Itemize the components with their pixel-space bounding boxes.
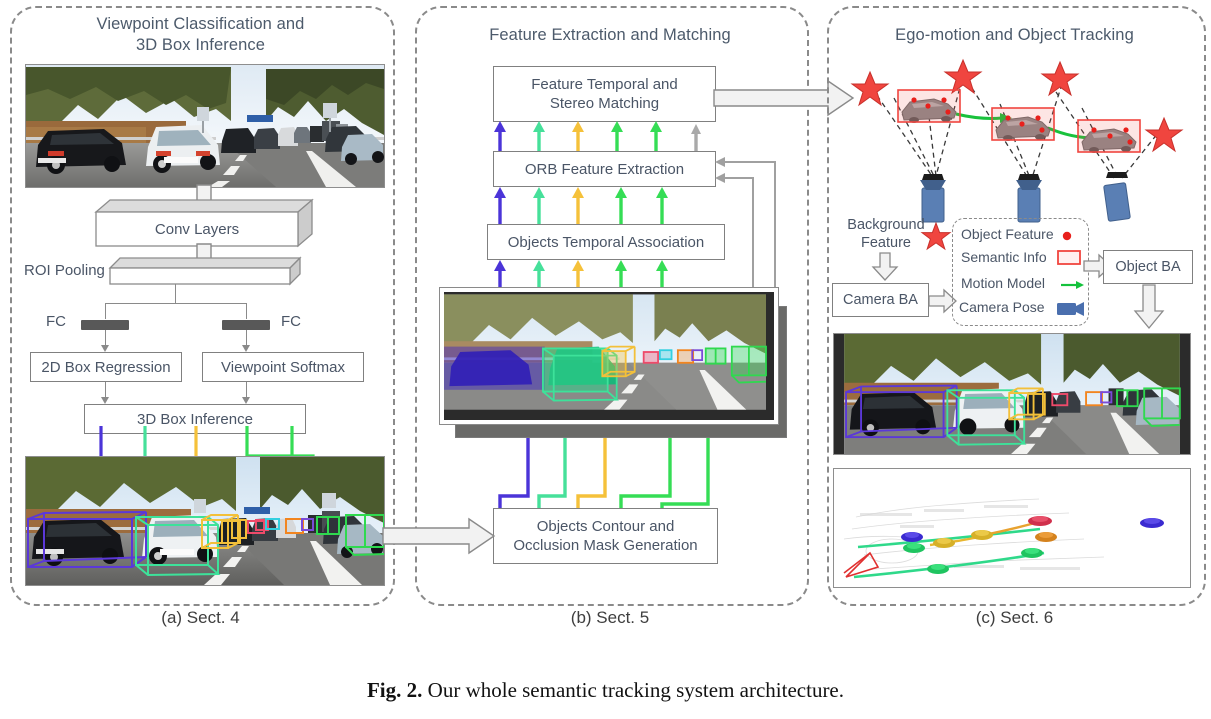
legend-item-semantic-info: Semantic Info [961, 247, 1081, 269]
segmentation-mask-frames [440, 288, 787, 443]
fc-right-bar [222, 320, 270, 330]
background-feature-star-icon [920, 221, 952, 251]
detected-3d-boxes-frame [25, 456, 385, 586]
contour-to-frames-streams [498, 438, 710, 516]
conv-layers-box: Conv Layers [94, 198, 314, 248]
fc-left-arrowhead-icon [101, 345, 109, 352]
legend-label-motion-model: Motion Model [961, 275, 1046, 291]
background-feature-label: Background Feature [838, 216, 934, 252]
red-rect-icon [1057, 250, 1081, 265]
panel-a-title-line2: 3D Box Inference [135, 36, 266, 54]
camera-ba-label: Camera BA [843, 291, 918, 308]
fc-right-down [246, 330, 248, 346]
panel-c-title-line1: Ego-motion and Object Tracking [895, 26, 1134, 44]
panel-a-title: Viewpoint Classification and 3D Box Infe… [10, 14, 391, 56]
arrow-panela-to-panelb [382, 517, 496, 555]
box-camera-ba[interactable]: Camera BA [832, 283, 929, 317]
tracking-legend: Object Feature Semantic Info Motion Mode… [952, 218, 1089, 326]
contour-label-line1: Objects Contour and [536, 518, 675, 535]
roi-stem-line [175, 284, 177, 304]
feature-matching-label-line1: Feature Temporal and [531, 76, 678, 93]
fc-left-down [105, 330, 107, 346]
blue-camera-icon [1057, 302, 1084, 316]
legend-item-camera-pose: Camera Pose [959, 297, 1087, 319]
panel-b-caption: (b) Sect. 5 [570, 608, 650, 627]
birdseye-trajectory-map [833, 468, 1191, 588]
green-arrow-icon [1061, 281, 1084, 289]
fc-left-bar [81, 320, 129, 330]
background-feature-line1: Background [847, 217, 925, 233]
legend-label-camera-pose: Camera Pose [959, 299, 1045, 315]
legend-item-object-feature: Object Feature [961, 224, 1081, 246]
panel-a-caption: (a) Sect. 4 [161, 608, 240, 627]
figure-caption-prefix: Fig. 2. [366, 678, 423, 702]
fc-right-arrowhead-icon [242, 345, 250, 352]
box-objects-contour-occlusion[interactable]: Objects Contour and Occlusion Mask Gener… [493, 508, 718, 564]
box-orb-feature-extraction[interactable]: ORB Feature Extraction [493, 151, 716, 187]
box-object-ba[interactable]: Object BA [1103, 250, 1193, 284]
box-2d-regression-label: 2D Box Regression [41, 358, 171, 376]
arrow-background-to-camera-ba [871, 252, 899, 281]
panel-a-title-line1: Viewpoint Classification and [96, 15, 305, 33]
box-2d-regression[interactable]: 2D Box Regression [30, 352, 182, 382]
tracking-schematic [850, 58, 1184, 223]
fc-right-label: FC [281, 313, 301, 330]
legend-label-object-feature: Object Feature [961, 226, 1054, 242]
panel-c-title: Ego-motion and Object Tracking [827, 25, 1202, 46]
box-viewpoint-softmax-label: Viewpoint Softmax [221, 358, 345, 376]
box-feature-temporal-stereo-matching[interactable]: Feature Temporal and Stereo Matching [493, 66, 716, 122]
softmax-down [246, 382, 248, 398]
feature-matching-label-line2: Stereo Matching [549, 95, 660, 112]
roi-split-left [105, 303, 107, 319]
objects-temporal-association-label: Objects Temporal Association [507, 233, 705, 251]
conv-layers-label: Conv Layers [154, 220, 240, 238]
regression-arrowhead-icon [101, 397, 109, 404]
softmax-arrowhead-icon [242, 397, 250, 404]
background-feature-line2: Feature [861, 235, 911, 251]
roi-split-line [105, 303, 247, 305]
orb-feature-extraction-label: ORB Feature Extraction [524, 160, 685, 178]
regression-down [105, 382, 107, 398]
fc-left-label: FC [46, 313, 66, 330]
figure-caption: Fig. 2. Our whole semantic tracking syst… [0, 678, 1211, 703]
contour-label-line2: Occlusion Mask Generation [513, 537, 698, 554]
legend-item-motion-model: Motion Model [961, 273, 1086, 295]
segmentation-frame-front [440, 288, 778, 424]
roi-split-right [246, 303, 248, 319]
arrow-object-ba-down [1133, 284, 1165, 330]
roi-pooling-box [108, 256, 302, 286]
input-highway-frame [25, 64, 385, 188]
object-ba-label: Object BA [1115, 258, 1181, 275]
panel-b-title: Feature Extraction and Matching [415, 25, 805, 46]
figure-caption-text: Our whole semantic tracking system archi… [422, 678, 845, 702]
tracking-result-frame [833, 333, 1191, 455]
panel-b-title-line1: Feature Extraction and Matching [489, 26, 731, 44]
box-viewpoint-softmax[interactable]: Viewpoint Softmax [202, 352, 364, 382]
legend-label-semantic-info: Semantic Info [961, 249, 1047, 265]
roi-pooling-label: ROI Pooling [24, 262, 105, 279]
panel-c-caption: (c) Sect. 6 [975, 608, 1054, 627]
red-dot-icon [1062, 231, 1072, 241]
conv-layers-label-wrap: Conv Layers [96, 212, 298, 246]
